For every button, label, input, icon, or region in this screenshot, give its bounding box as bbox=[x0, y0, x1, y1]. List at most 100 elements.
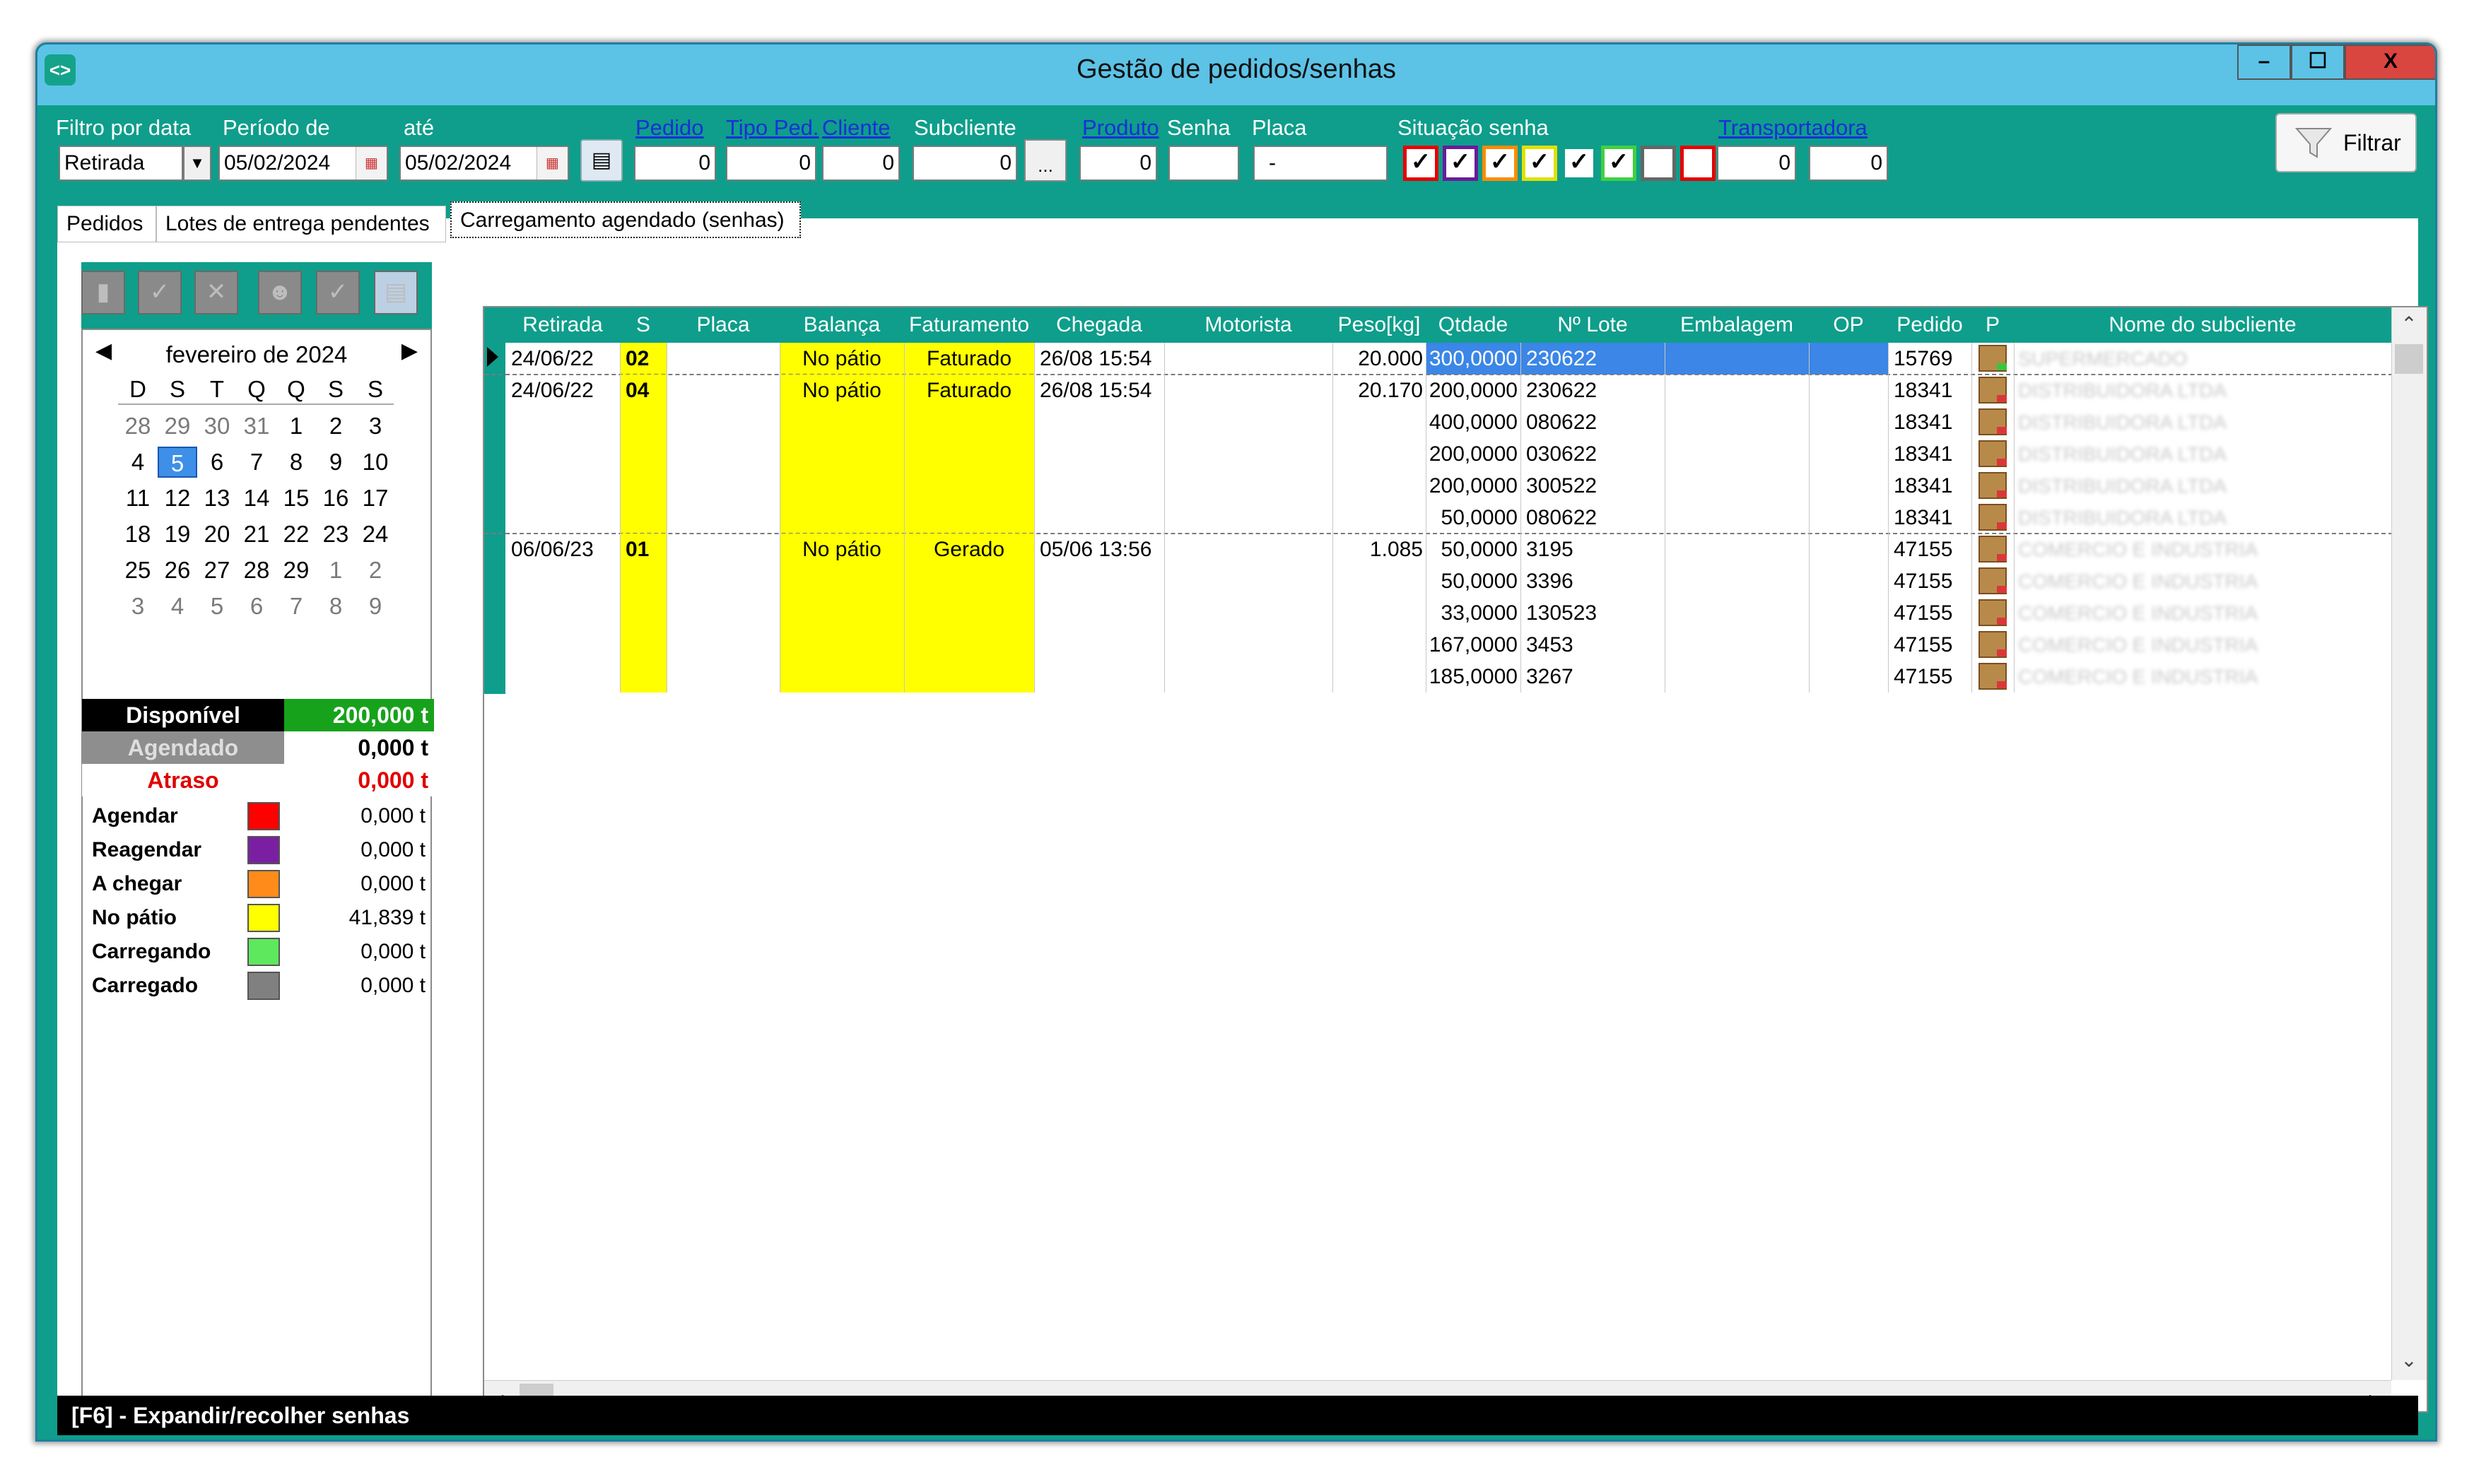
faturamento-cell[interactable]: Faturado bbox=[904, 375, 1034, 406]
chevron-down-icon[interactable]: ▼ bbox=[183, 146, 211, 181]
calendar-day[interactable]: 8 bbox=[276, 447, 316, 478]
calendar-day[interactable]: 6 bbox=[197, 447, 237, 478]
situacao-checkbox[interactable]: ✓ bbox=[1482, 146, 1518, 181]
tab-pedidos[interactable]: Pedidos bbox=[57, 206, 156, 242]
subcliente-cell[interactable]: SUPERMERCADO bbox=[2018, 343, 2396, 375]
chegada-cell[interactable]: 26/08 15:54 bbox=[1040, 375, 1170, 406]
calendar-day[interactable]: 28 bbox=[118, 411, 158, 442]
subcliente-cell[interactable]: COMERCIO E INDUSTRIA bbox=[2018, 597, 2396, 629]
column-header[interactable]: Nome do subcliente bbox=[2014, 307, 2391, 343]
calendar-day[interactable]: 7 bbox=[237, 447, 276, 478]
placa-cell[interactable] bbox=[667, 343, 780, 375]
produto-link[interactable]: Produto bbox=[1082, 115, 1159, 141]
calendar-day[interactable]: 15 bbox=[276, 483, 316, 514]
qtdade-cell[interactable]: 200,0000 bbox=[1426, 470, 1520, 502]
subcliente-cell[interactable]: COMERCIO E INDUSTRIA bbox=[2018, 534, 2396, 565]
calendar-day[interactable]: 2 bbox=[356, 555, 395, 586]
balanca-cell[interactable]: No pátio bbox=[780, 534, 904, 565]
qtdade-cell[interactable]: 200,0000 bbox=[1426, 375, 1520, 406]
user-icon[interactable]: ☻ bbox=[258, 271, 302, 314]
faturamento-cell[interactable]: Faturado bbox=[904, 343, 1034, 375]
product-icon[interactable] bbox=[1978, 567, 2007, 594]
calendar-day[interactable]: 22 bbox=[276, 519, 316, 550]
chegada-cell[interactable]: 26/08 15:54 bbox=[1040, 343, 1170, 375]
calendar-day[interactable]: 31 bbox=[237, 411, 276, 442]
embalagem-cell[interactable] bbox=[1665, 343, 1809, 375]
subcliente-cell[interactable]: DISTRIBUIDORA LTDA bbox=[2018, 470, 2396, 502]
column-header[interactable]: S bbox=[620, 307, 667, 343]
vertical-scrollbar[interactable]: ⌃ ⌄ bbox=[2391, 307, 2427, 1380]
subcliente-cell[interactable]: DISTRIBUIDORA LTDA bbox=[2018, 406, 2396, 438]
cliente-link[interactable]: Cliente bbox=[822, 115, 891, 141]
lote-cell[interactable]: 080622 bbox=[1520, 406, 1665, 438]
cancel-icon[interactable]: ✕ bbox=[194, 271, 238, 314]
transportadora-input-1[interactable]: 0 bbox=[1717, 146, 1796, 181]
lote-cell[interactable]: 3453 bbox=[1520, 629, 1665, 661]
senha-cell[interactable]: 01 bbox=[626, 534, 672, 565]
check-icon[interactable]: ✓ bbox=[138, 271, 182, 314]
motorista-cell[interactable] bbox=[1164, 534, 1332, 565]
calendar-day[interactable]: 5 bbox=[158, 447, 197, 478]
calendar-day[interactable]: 21 bbox=[237, 519, 276, 550]
senha-cell[interactable]: 04 bbox=[626, 375, 672, 406]
placa-cell[interactable] bbox=[667, 534, 780, 565]
pedido-cell[interactable]: 47155 bbox=[1894, 534, 1977, 565]
product-icon[interactable] bbox=[1978, 472, 2007, 499]
pedido-cell[interactable]: 18341 bbox=[1894, 502, 1977, 534]
situacao-checkbox[interactable] bbox=[1680, 146, 1716, 181]
product-icon[interactable] bbox=[1978, 536, 2007, 563]
situacao-checkbox[interactable]: ✓ bbox=[1443, 146, 1478, 181]
peso-cell[interactable]: 20.170 bbox=[1332, 375, 1426, 406]
qtdade-cell[interactable]: 50,0000 bbox=[1426, 565, 1520, 597]
scroll-thumb[interactable] bbox=[2395, 344, 2423, 374]
peso-cell[interactable]: 1.085 bbox=[1332, 534, 1426, 565]
map-icon[interactable]: ▤ bbox=[580, 139, 623, 182]
calendar-day[interactable]: 5 bbox=[197, 591, 237, 622]
cliente-input[interactable]: 0 bbox=[822, 146, 900, 181]
close-button[interactable]: X bbox=[2345, 45, 2435, 80]
filtro-select[interactable]: Retirada bbox=[59, 146, 183, 181]
calendar-day[interactable]: 13 bbox=[197, 483, 237, 514]
column-header[interactable]: OP bbox=[1809, 307, 1888, 343]
situacao-checkbox[interactable] bbox=[1641, 146, 1676, 181]
calendar-day[interactable]: 8 bbox=[316, 591, 356, 622]
chegada-cell[interactable]: 05/06 13:56 bbox=[1040, 534, 1170, 565]
calendar-day[interactable]: 11 bbox=[118, 483, 158, 514]
balanca-cell[interactable]: No pátio bbox=[780, 343, 904, 375]
subcliente-cell[interactable]: DISTRIBUIDORA LTDA bbox=[2018, 502, 2396, 534]
situacao-checkbox[interactable]: ✓ bbox=[1522, 146, 1557, 181]
op-cell[interactable] bbox=[1809, 343, 1888, 375]
tab-lotes-entrega[interactable]: Lotes de entrega pendentes bbox=[156, 206, 446, 242]
pedido-cell[interactable]: 18341 bbox=[1894, 438, 1977, 470]
calendar-day[interactable]: 29 bbox=[158, 411, 197, 442]
qtdade-cell[interactable]: 400,0000 bbox=[1426, 406, 1520, 438]
calendar-day[interactable]: 17 bbox=[356, 483, 395, 514]
peso-cell[interactable]: 20.000 bbox=[1332, 343, 1426, 375]
retirada-cell[interactable]: 06/06/23 bbox=[511, 534, 626, 565]
calendar-day[interactable]: 6 bbox=[237, 591, 276, 622]
column-header[interactable]: P bbox=[1971, 307, 2014, 343]
product-icon[interactable] bbox=[1978, 440, 2007, 467]
pedido-cell[interactable]: 47155 bbox=[1894, 661, 1977, 693]
calendar-day[interactable]: 19 bbox=[158, 519, 197, 550]
qtdade-cell[interactable]: 50,0000 bbox=[1426, 502, 1520, 534]
approve-icon[interactable]: ✓ bbox=[316, 271, 360, 314]
calendar-day[interactable]: 12 bbox=[158, 483, 197, 514]
calendar-day[interactable]: 29 bbox=[276, 555, 316, 586]
chevron-right-icon[interactable]: ▶ bbox=[401, 338, 418, 363]
scroll-down-icon[interactable]: ⌄ bbox=[2392, 1343, 2426, 1377]
balanca-cell[interactable]: No pátio bbox=[780, 375, 904, 406]
calendar-day[interactable]: 25 bbox=[118, 555, 158, 586]
tipo-ped-input[interactable]: 0 bbox=[726, 146, 816, 181]
subcliente-cell[interactable]: COMERCIO E INDUSTRIA bbox=[2018, 629, 2396, 661]
qtdade-cell[interactable]: 300,0000 bbox=[1426, 343, 1520, 375]
calendar-day[interactable]: 3 bbox=[356, 411, 395, 442]
calendar-day[interactable]: 1 bbox=[276, 411, 316, 442]
calendar-day[interactable]: 18 bbox=[118, 519, 158, 550]
column-header[interactable]: Balança bbox=[780, 307, 904, 343]
senha-input[interactable] bbox=[1168, 146, 1239, 181]
subcliente-lookup-button[interactable]: ... bbox=[1024, 139, 1067, 182]
document-icon[interactable]: ▮ bbox=[81, 271, 125, 314]
calendar-day[interactable]: 4 bbox=[118, 447, 158, 478]
product-icon[interactable] bbox=[1978, 599, 2007, 626]
